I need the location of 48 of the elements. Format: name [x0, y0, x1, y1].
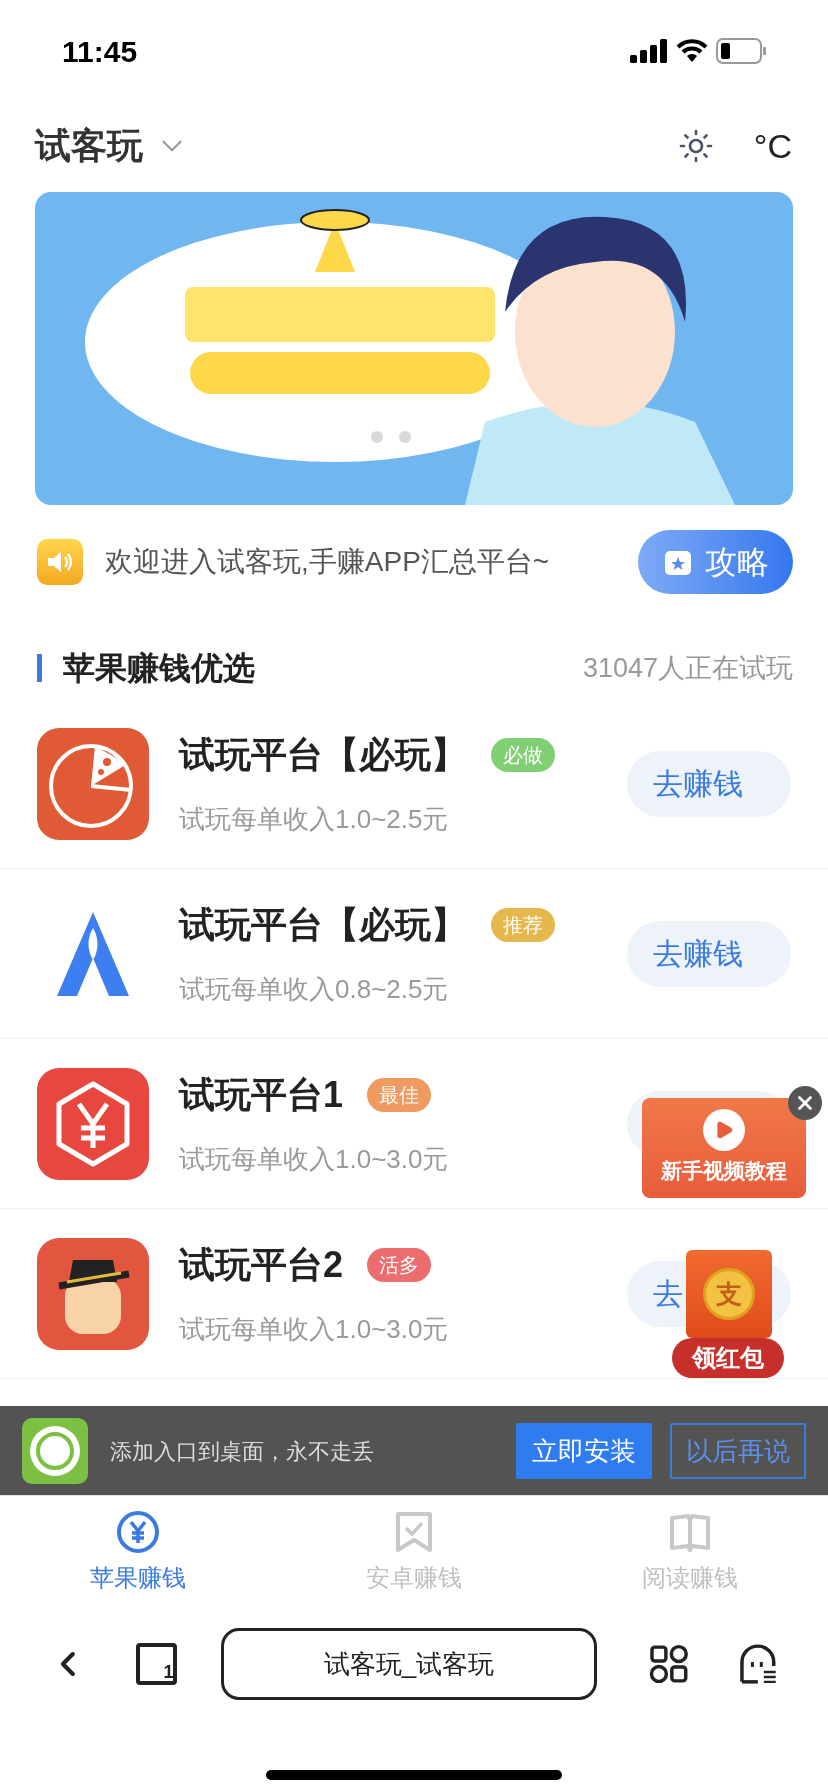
- temperature-unit: °C: [753, 125, 792, 167]
- hat-cartoon-app-icon: [37, 1237, 149, 1350]
- app-earning-range: 试玩每单收入0.8~2.5元: [179, 973, 450, 1006]
- section-title: 苹果赚钱优选: [63, 649, 255, 688]
- envelope-popup[interactable]: 支: [686, 1250, 772, 1338]
- app-tag: 活多: [367, 1248, 432, 1282]
- install-prompt-text: 添加入口到桌面，永不走丢: [110, 1437, 374, 1466]
- earn-money-button[interactable]: 去赚钱: [627, 920, 791, 987]
- status-time: 11:45: [62, 33, 138, 70]
- section-accent-bar: [37, 654, 42, 682]
- player-count: 31047人正在试玩: [582, 651, 793, 685]
- bottom-tab[interactable]: 苹果赚钱: [0, 1510, 276, 1596]
- close-button[interactable]: [788, 1086, 822, 1120]
- app-name[interactable]: 试玩平台【必玩】: [179, 898, 467, 952]
- battery-icon: [716, 38, 766, 64]
- wifi-icon: [676, 39, 708, 63]
- address-field[interactable]: 试客玩_试客玩: [221, 1628, 597, 1700]
- payment-coin: 支: [703, 1268, 755, 1320]
- tabs-icon[interactable]: 1: [135, 1643, 178, 1685]
- yen-coin-icon: [116, 1510, 160, 1554]
- app-title: 试客玩: [35, 124, 143, 168]
- app-name[interactable]: 试玩平台2: [179, 1238, 344, 1292]
- app-name[interactable]: 试玩平台1: [179, 1068, 344, 1122]
- app-name[interactable]: 试玩平台【必玩】: [179, 728, 467, 782]
- video-tutorial-popup[interactable]: 新手视频教程: [642, 1098, 806, 1198]
- notice-text: 欢迎进入试客玩,手赚APP汇总平台~: [105, 545, 550, 579]
- pizza-app-icon: [37, 727, 149, 840]
- grid-icon[interactable]: [648, 1644, 689, 1684]
- video-tutorial-label: 新手视频教程: [661, 1158, 787, 1185]
- sun-icon[interactable]: [677, 128, 714, 164]
- play-icon: [703, 1109, 745, 1152]
- app-logo-icon: [22, 1418, 88, 1484]
- app-tag: 最佳: [367, 1078, 432, 1112]
- earn-money-button[interactable]: 去赚钱: [627, 750, 791, 817]
- app-earning-range: 试玩每单收入1.0~2.5元: [179, 803, 450, 836]
- install-now-button[interactable]: 立即安装: [516, 1423, 652, 1479]
- app-earning-range: 试玩每单收入1.0~3.0元: [179, 1313, 449, 1346]
- guide-button[interactable]: 攻略: [638, 530, 793, 594]
- later-button[interactable]: 以后再说: [670, 1423, 806, 1479]
- app-tag: 推荐: [491, 908, 555, 942]
- speaker-icon: [37, 539, 83, 585]
- yen-app-icon: [37, 1067, 149, 1180]
- banner-illustration[interactable]: [35, 192, 793, 505]
- app-earning-range: 试玩每单收入1.0~3.0元: [179, 1143, 449, 1176]
- signal-icon: [630, 39, 668, 63]
- app-tag: 必做: [491, 738, 555, 772]
- ghost-icon[interactable]: [738, 1644, 778, 1684]
- claim-envelope-popup[interactable]: 领红包: [672, 1338, 784, 1378]
